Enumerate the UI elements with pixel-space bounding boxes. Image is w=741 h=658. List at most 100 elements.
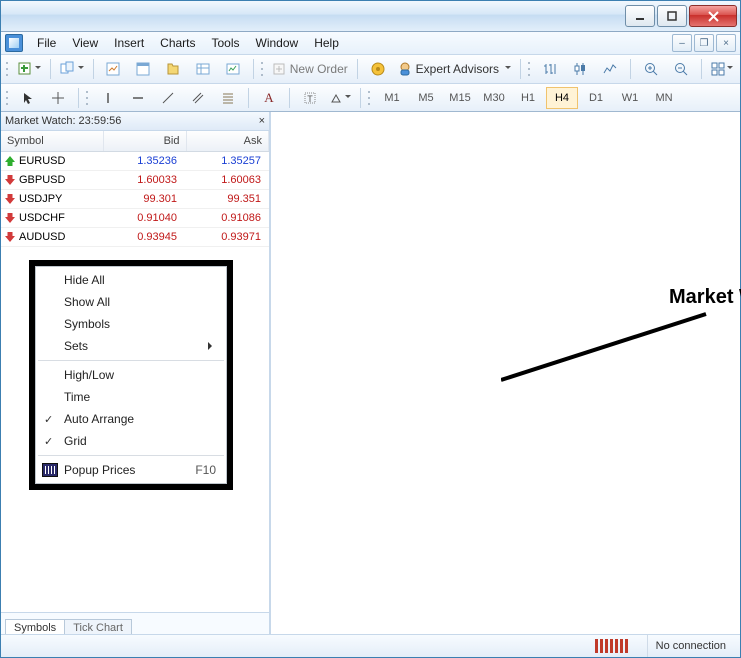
menu-insert[interactable]: Insert — [106, 33, 152, 53]
symbol-name: USDJPY — [19, 193, 62, 205]
navigator-button[interactable] — [159, 57, 187, 81]
zoom-in-button[interactable] — [637, 57, 665, 81]
mdi-minimize-button[interactable]: – — [672, 34, 692, 52]
market-watch-titlebar[interactable]: Market Watch: 23:59:56 × — [1, 112, 269, 131]
line-chart-button[interactable] — [596, 57, 624, 81]
ctx-show-all[interactable]: Show All — [36, 291, 226, 313]
ask-price: 99.351 — [185, 193, 269, 205]
new-order-label: New Order — [290, 62, 348, 76]
autotrading-button[interactable] — [364, 57, 392, 81]
bid-price: 1.35236 — [101, 155, 185, 167]
ctx-symbols[interactable]: Symbols — [36, 313, 226, 335]
timeframe-m5[interactable]: M5 — [410, 87, 442, 109]
profiles-button[interactable] — [57, 57, 87, 81]
new-chart-button[interactable] — [14, 57, 44, 81]
ask-price: 0.93971 — [185, 231, 269, 243]
market-watch-title: Market Watch: 23:59:56 — [5, 115, 121, 127]
market-watch-toggle-button[interactable] — [99, 57, 127, 81]
window-maximize-button[interactable] — [657, 5, 687, 27]
bar-chart-button[interactable] — [536, 57, 564, 81]
menu-window[interactable]: Window — [248, 33, 307, 53]
market-watch-row[interactable]: USDCHF0.910400.91086 — [1, 209, 269, 228]
ctx-separator — [38, 455, 224, 456]
trendline-button[interactable] — [154, 86, 182, 110]
toolbar-grip-icon — [5, 88, 10, 108]
timeframe-m15[interactable]: M15 — [444, 87, 476, 109]
market-watch-tabs: Symbols Tick Chart — [1, 612, 269, 635]
vertical-line-button[interactable] — [94, 86, 122, 110]
shortcut-label: F10 — [195, 463, 216, 477]
timeframe-d1[interactable]: D1 — [580, 87, 612, 109]
chart-area[interactable]: Market Watch Options — [271, 112, 740, 635]
shapes-button[interactable] — [326, 86, 354, 110]
data-window-button[interactable] — [129, 57, 157, 81]
arrow-down-icon — [5, 175, 15, 185]
timeframe-h4[interactable]: H4 — [546, 87, 578, 109]
menu-view[interactable]: View — [64, 33, 106, 53]
col-ask[interactable]: Ask — [187, 131, 270, 151]
expert-advisors-label: Expert Advisors — [416, 62, 499, 76]
menu-help[interactable]: Help — [306, 33, 347, 53]
timeframe-m1[interactable]: M1 — [376, 87, 408, 109]
market-watch-row[interactable]: EURUSD1.352361.35257 — [1, 152, 269, 171]
market-watch-row[interactable]: AUDUSD0.939450.93971 — [1, 228, 269, 247]
expert-advisors-button[interactable]: Expert Advisors — [394, 57, 514, 81]
popup-prices-icon — [42, 463, 58, 477]
mdi-restore-button[interactable]: ❐ — [694, 34, 714, 52]
toolbar-grip-icon — [85, 88, 90, 108]
ctx-time[interactable]: Time — [36, 386, 226, 408]
text-label-button[interactable]: A — [255, 86, 283, 110]
mdi-close-button[interactable]: × — [716, 34, 736, 52]
tile-windows-button[interactable] — [708, 57, 736, 81]
market-watch-close-icon[interactable]: × — [259, 115, 265, 127]
ask-price: 1.35257 — [185, 155, 269, 167]
toolbar-grip-icon — [367, 88, 372, 108]
zoom-out-button[interactable] — [667, 57, 695, 81]
symbol-name: USDCHF — [19, 212, 65, 224]
connection-status: No connection — [647, 635, 734, 657]
timeframe-mn[interactable]: MN — [648, 87, 680, 109]
ctx-sets[interactable]: Sets — [36, 335, 226, 357]
menu-charts[interactable]: Charts — [152, 33, 203, 53]
horizontal-line-button[interactable] — [124, 86, 152, 110]
bid-price: 1.60033 — [101, 174, 185, 186]
text-tool-button[interactable]: T — [296, 86, 324, 110]
crosshair-button[interactable] — [44, 86, 72, 110]
menu-tools[interactable]: Tools — [204, 33, 248, 53]
ctx-popup-prices[interactable]: Popup PricesF10 — [36, 459, 226, 481]
bid-price: 99.301 — [101, 193, 185, 205]
annotation-label: Market Watch Options — [669, 286, 741, 309]
new-order-button[interactable]: New Order — [269, 57, 350, 81]
toolbar-grip-icon — [260, 59, 265, 79]
ask-price: 0.91086 — [185, 212, 269, 224]
cursor-button[interactable] — [14, 86, 42, 110]
ask-price: 1.60063 — [185, 174, 269, 186]
timeframe-m30[interactable]: M30 — [478, 87, 510, 109]
check-icon: ✓ — [44, 413, 53, 426]
window-titlebar — [1, 1, 740, 32]
col-symbol[interactable]: Symbol — [1, 131, 104, 151]
ctx-hide-all[interactable]: Hide All — [36, 269, 226, 291]
window-minimize-button[interactable] — [625, 5, 655, 27]
fibonacci-button[interactable] — [214, 86, 242, 110]
ctx-auto-arrange[interactable]: ✓Auto Arrange — [36, 408, 226, 430]
toolbar-grip-icon — [5, 59, 10, 79]
window-close-button[interactable] — [689, 5, 737, 27]
menu-bar: File View Insert Charts Tools Window Hel… — [1, 32, 740, 55]
app-window: File View Insert Charts Tools Window Hel… — [0, 0, 741, 658]
col-bid[interactable]: Bid — [104, 131, 187, 151]
terminal-button[interactable] — [189, 57, 217, 81]
market-watch-row[interactable]: USDJPY 99.30199.351 — [1, 190, 269, 209]
market-watch-context-menu: Hide All Show All Symbols Sets High/Low … — [35, 266, 227, 484]
strategy-tester-button[interactable] — [219, 57, 247, 81]
menu-file[interactable]: File — [29, 33, 64, 53]
channel-button[interactable] — [184, 86, 212, 110]
timeframe-h1[interactable]: H1 — [512, 87, 544, 109]
ctx-high-low[interactable]: High/Low — [36, 364, 226, 386]
candlestick-chart-button[interactable] — [566, 57, 594, 81]
market-watch-row[interactable]: GBPUSD1.600331.60063 — [1, 171, 269, 190]
ctx-grid[interactable]: ✓Grid — [36, 430, 226, 452]
svg-text:T: T — [307, 94, 313, 104]
timeframe-w1[interactable]: W1 — [614, 87, 646, 109]
annotation-arrow-icon — [501, 312, 711, 382]
